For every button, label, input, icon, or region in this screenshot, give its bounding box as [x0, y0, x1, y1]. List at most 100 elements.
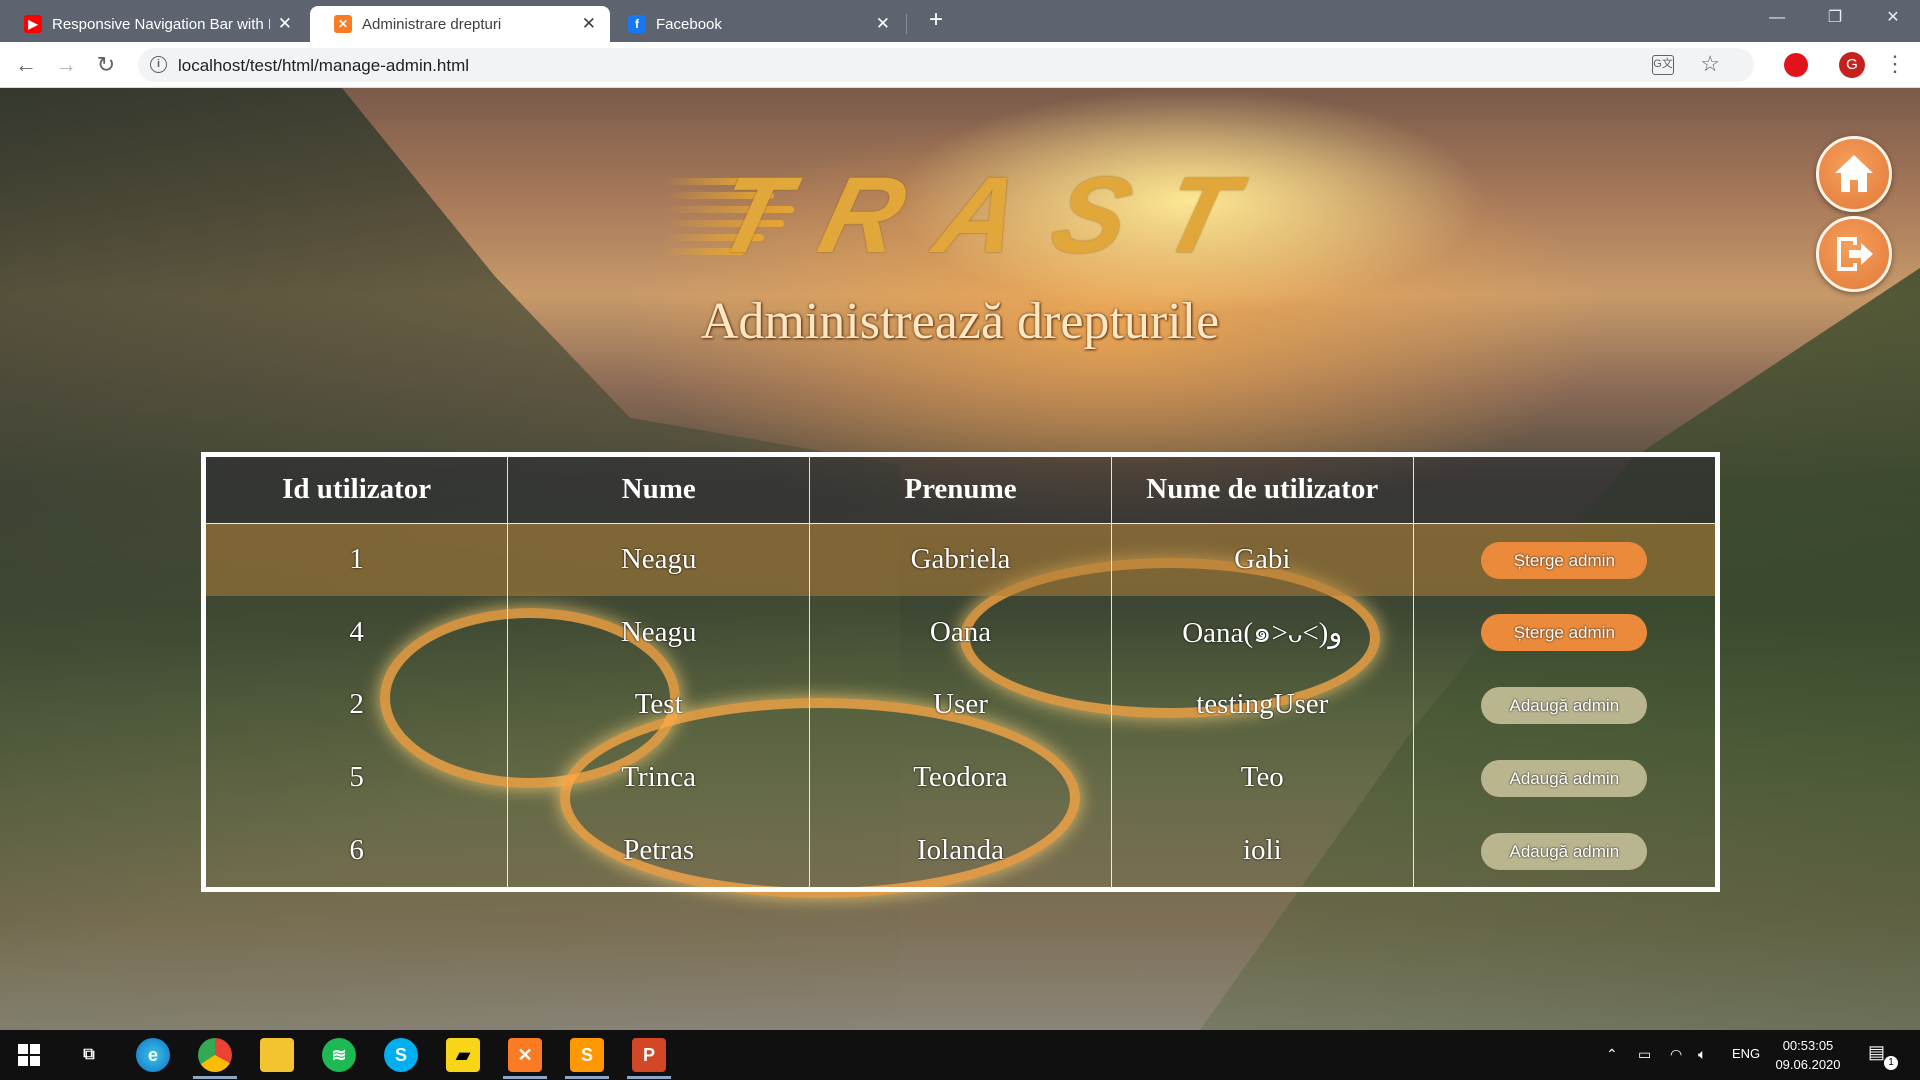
notifications-icon[interactable]: ▤ [1868, 1042, 1885, 1063]
cell-id: 1 [349, 543, 364, 576]
cell-action: Adaugă admin [1412, 814, 1715, 887]
page-viewport: TRAST Administrează drepturile Id utiliz… [0, 88, 1920, 1030]
url-text[interactable]: localhost/test/html/manage-admin.html [178, 56, 469, 76]
sticky-notes-icon[interactable]: ▰ [446, 1038, 480, 1072]
admin-rights-table: Id utilizator Nume Prenume Nume de utili… [201, 452, 1720, 892]
column-header: Nume de utilizator [1110, 457, 1414, 523]
tab-separator [906, 14, 907, 34]
reload-icon[interactable]: ↻ [92, 51, 120, 79]
column-header [1412, 457, 1715, 523]
skype-icon[interactable]: S [384, 1038, 418, 1072]
cell-action: Adaugă admin [1412, 668, 1715, 742]
browser-toolbar: ← → ↻ i localhost/test/html/manage-admin… [0, 42, 1920, 88]
cell-action: Adaugă admin [1412, 741, 1715, 815]
table-row: 2 Test User testingUser Adaugă admin [206, 668, 1715, 742]
close-tab-icon[interactable]: ✕ [582, 14, 596, 34]
cell-id: 5 [349, 761, 364, 794]
cell-id: 2 [349, 688, 364, 721]
table-row: 1 Neagu Gabriela Gabi Șterge admin [206, 523, 1715, 596]
close-tab-icon[interactable]: ✕ [278, 14, 292, 34]
chrome-icon[interactable] [198, 1038, 232, 1072]
cell-username: Teo [1110, 741, 1414, 815]
remove-admin-button[interactable]: Șterge admin [1481, 614, 1648, 652]
cell-username: Oana(๑>ᴗ<)و [1110, 595, 1414, 669]
page-title: Administrează drepturile [700, 293, 1220, 350]
close-tab-icon[interactable]: ✕ [876, 14, 890, 34]
youtube-icon: ▶ [24, 15, 42, 33]
cell-action: Șterge admin [1412, 595, 1715, 669]
tab-administrare-drepturi[interactable]: ✕ Administrare drepturi ✕ [310, 6, 610, 42]
active-app-indicator [627, 1076, 671, 1079]
volume-icon[interactable]: 🔈︎ [1698, 1046, 1706, 1063]
logout-icon [1837, 237, 1873, 271]
back-icon[interactable]: ← [12, 51, 40, 79]
active-app-indicator [193, 1076, 237, 1079]
active-app-indicator [503, 1076, 547, 1079]
browser-tab-strip: ▶ Responsive Navigation Bar with H ✕ ✕ A… [0, 0, 1920, 42]
home-icon [1835, 155, 1873, 192]
tab-title: Facebook [656, 15, 722, 33]
file-explorer-icon[interactable] [260, 1038, 294, 1072]
cell-prenume: User [809, 668, 1112, 742]
facebook-icon: f [628, 15, 646, 33]
tab-youtube[interactable]: ▶ Responsive Navigation Bar with H ✕ [0, 6, 306, 42]
address-bar[interactable]: i localhost/test/html/manage-admin.html … [138, 48, 1754, 82]
cell-username: testingUser [1110, 668, 1414, 742]
remove-admin-button[interactable]: Șterge admin [1481, 541, 1648, 579]
notification-count-badge: 1 [1884, 1056, 1898, 1070]
home-button[interactable] [1816, 136, 1892, 212]
cell-username: ioli [1110, 814, 1414, 887]
cell-prenume: Gabriela [809, 523, 1112, 596]
windows-taskbar: ⧉ e ≋ S ▰ ✕ S P ⌃ ▭ ◠ 🔈︎ ENG 00:53:05 09… [0, 1030, 1920, 1080]
add-admin-button[interactable]: Adaugă admin [1481, 686, 1648, 724]
cell-id: 6 [349, 834, 364, 867]
restore-button[interactable]: ❐ [1806, 0, 1864, 36]
tab-title: Administrare drepturi [362, 15, 502, 33]
column-header: Id utilizator [282, 473, 432, 506]
cell-prenume: Oana [809, 595, 1112, 669]
site-info-icon[interactable]: i [150, 56, 167, 73]
minimize-button[interactable]: — [1748, 0, 1806, 36]
add-admin-button[interactable]: Adaugă admin [1481, 759, 1648, 797]
profile-avatar[interactable]: G [1839, 52, 1865, 78]
translate-icon[interactable]: G文 [1652, 55, 1674, 75]
forward-icon[interactable]: → [52, 51, 80, 79]
logout-button[interactable] [1816, 216, 1892, 292]
sublime-text-icon[interactable]: S [570, 1038, 604, 1072]
close-window-button[interactable]: ✕ [1864, 0, 1920, 36]
windows-start-icon[interactable] [12, 1038, 46, 1072]
edge-icon[interactable]: e [136, 1038, 170, 1072]
powerpoint-icon[interactable]: P [632, 1038, 666, 1072]
tab-facebook[interactable]: f Facebook ✕ [604, 6, 904, 42]
column-header: Prenume [809, 457, 1112, 523]
cell-nume: Neagu [507, 595, 810, 669]
system-clock[interactable]: 00:53:05 09.06.2020 [1758, 1036, 1858, 1074]
clock-date: 09.06.2020 [1775, 1057, 1841, 1072]
xampp-taskbar-icon[interactable]: ✕ [508, 1038, 542, 1072]
logo-text: TRAST [704, 154, 1286, 275]
table-header-row: Id utilizator Nume Prenume Nume de utili… [206, 457, 1715, 523]
cell-nume: Petras [507, 814, 810, 887]
task-view-icon[interactable]: ⧉ [72, 1038, 106, 1072]
tab-title: Responsive Navigation Bar with H [52, 15, 270, 33]
table-row: 4 Neagu Oana Oana(๑>ᴗ<)و Șterge admin [206, 595, 1715, 669]
table-row: 6 Petras Iolanda ioli Adaugă admin [206, 814, 1715, 887]
cell-prenume: Iolanda [809, 814, 1112, 887]
table-row: 5 Trinca Teodora Teo Adaugă admin [206, 741, 1715, 815]
clock-time: 00:53:05 [1782, 1038, 1834, 1053]
new-tab-button[interactable]: + [922, 6, 950, 34]
cell-prenume: Teodora [809, 741, 1112, 815]
extension-icon[interactable] [1784, 53, 1808, 77]
chevron-up-icon[interactable]: ⌃ [1606, 1046, 1618, 1063]
language-indicator[interactable]: ENG [1732, 1046, 1760, 1061]
browser-menu-icon[interactable]: ⋮ [1884, 51, 1906, 77]
column-header: Nume [507, 457, 810, 523]
cell-nume: Test [507, 668, 810, 742]
add-admin-button[interactable]: Adaugă admin [1481, 832, 1648, 870]
cell-action: Șterge admin [1412, 523, 1715, 596]
cell-username: Gabi [1110, 523, 1414, 596]
bookmark-star-icon[interactable]: ☆ [1700, 51, 1720, 77]
wifi-icon[interactable]: ◠ [1670, 1046, 1682, 1063]
battery-icon[interactable]: ▭ [1638, 1046, 1651, 1063]
spotify-icon[interactable]: ≋ [322, 1038, 356, 1072]
